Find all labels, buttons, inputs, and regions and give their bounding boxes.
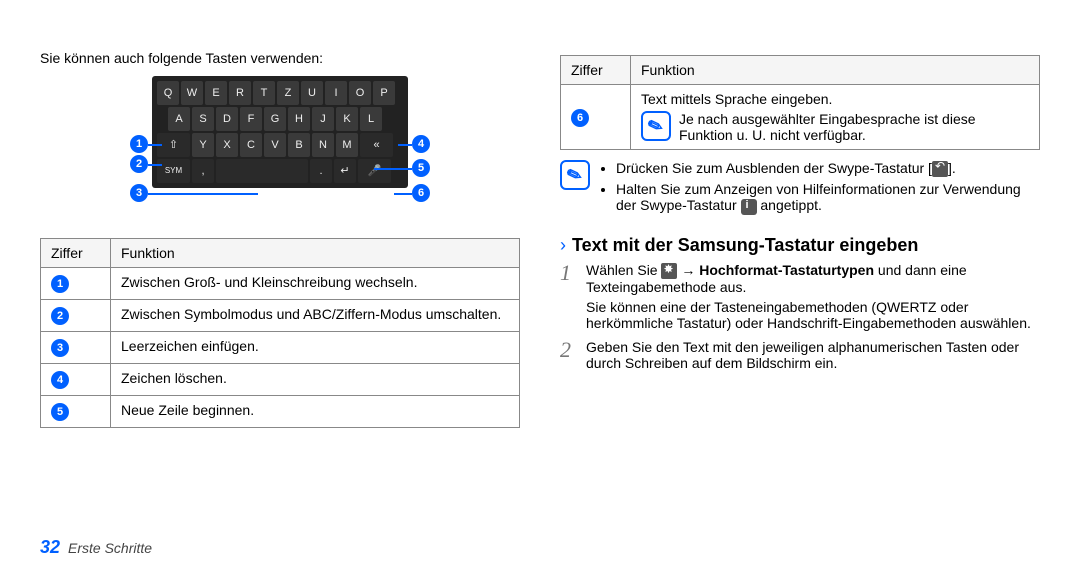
callout-3: 3 — [130, 184, 148, 202]
left-intro-text: Sie können auch folgende Tasten verwende… — [40, 50, 520, 66]
step-2-number: 2 — [560, 339, 578, 371]
mic-key: 🎤 — [358, 159, 391, 183]
sym-key: SYM — [157, 159, 190, 183]
left-function-table: Ziffer Funktion 1 Zwischen Groß- und Kle… — [40, 238, 520, 428]
row-text-5: Neue Zeile beginnen. — [111, 396, 520, 428]
keyboard-diagram: QWERT ZUIOP ASDFG HJKL ⇧ YXCV BNM « SYM … — [130, 76, 430, 228]
page-number: 32 — [40, 537, 60, 558]
back-icon — [932, 161, 948, 177]
step-1-number: 1 — [560, 262, 578, 331]
tip1-pre: Drücken Sie zum Ausblenden der Swype-Tas… — [616, 160, 932, 176]
step1-a: Wählen Sie — [586, 262, 661, 278]
footer-text: Erste Schritte — [68, 540, 152, 556]
th-funktion-r: Funktion — [631, 56, 1040, 85]
th-ziffer: Ziffer — [41, 239, 111, 268]
tip2-post: angetippt. — [757, 197, 822, 213]
row-text-2: Zwischen Symbolmodus und ABC/Ziffern-Mod… — [111, 300, 520, 332]
row-badge-6: 6 — [571, 109, 589, 127]
tips-list: Drücken Sie zum Ausblenden der Swype-Tas… — [598, 160, 1040, 219]
tips-note-icon: ✎ — [560, 160, 590, 190]
row-badge-2: 2 — [51, 307, 69, 325]
row-text-4: Zeichen löschen. — [111, 364, 520, 396]
space-key — [216, 159, 308, 183]
step1-bold: Hochformat-Tastaturtypen — [699, 262, 874, 278]
callout-1: 1 — [130, 135, 148, 153]
note-icon: ✎ — [641, 111, 671, 141]
step2-text: Geben Sie den Text mit den jeweiligen al… — [586, 339, 1040, 371]
page-footer: 32 Erste Schritte — [40, 537, 152, 558]
callout-2: 2 — [130, 155, 148, 173]
row-badge-3: 3 — [51, 339, 69, 357]
row6-line1: Text mittels Sprache eingeben. — [641, 91, 1029, 107]
callout-6: 6 — [412, 184, 430, 202]
tip1-post: ]. — [948, 160, 956, 176]
section-title: Text mit der Samsung-Tastatur eingeben — [572, 235, 918, 256]
right-function-table: Ziffer Funktion 6 Text mittels Sprache e… — [560, 55, 1040, 150]
row6-note: Je nach ausgewählter Eingabesprache ist … — [679, 111, 1029, 143]
row-text-1: Zwischen Groß- und Kleinschreibung wechs… — [111, 268, 520, 300]
row-badge-1: 1 — [51, 275, 69, 293]
th-funktion: Funktion — [111, 239, 520, 268]
gear-icon — [661, 263, 677, 279]
row-badge-4: 4 — [51, 371, 69, 389]
th-ziffer-r: Ziffer — [561, 56, 631, 85]
callout-5: 5 — [412, 159, 430, 177]
enter-key: ↵ — [334, 159, 356, 183]
chevron-icon: › — [560, 235, 566, 256]
callout-4: 4 — [412, 135, 430, 153]
row-badge-5: 5 — [51, 403, 69, 421]
step1-note: Sie können eine der Tasteneingabemethode… — [586, 299, 1040, 331]
info-icon — [741, 199, 757, 215]
backspace-key: « — [360, 133, 393, 157]
step1-b: → — [677, 262, 699, 278]
row-text-3: Leerzeichen einfügen. — [111, 332, 520, 364]
